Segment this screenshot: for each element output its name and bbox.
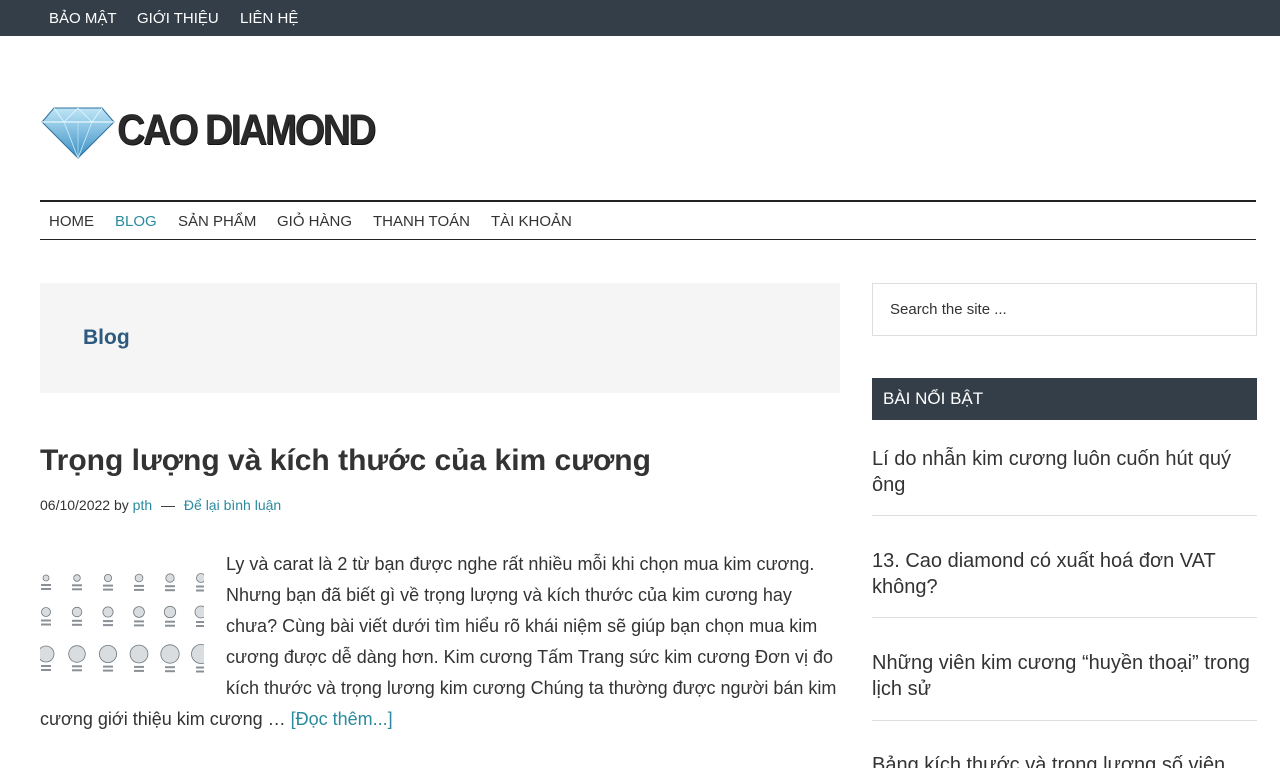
search-input[interactable] [873, 284, 1256, 335]
featured-post-4[interactable]: Bảng kích thước và trọng lượng số viên [872, 752, 1257, 768]
post-excerpt: Ly và carat là 2 từ bạn được nghe rất nh… [40, 549, 840, 735]
post-title[interactable]: Trọng lượng và kích thước của kim cương [40, 444, 651, 478]
site-logo[interactable]: CAO DIAMOND [40, 100, 376, 162]
nav-tai-khoan[interactable]: TÀI KHOẢN [491, 213, 572, 230]
main-nav: HOME BLOG SẢN PHẨM GIỎ HÀNG THANH TOÁN T… [40, 200, 1256, 240]
search-box [872, 283, 1257, 336]
nav-gio-hang[interactable]: GIỎ HÀNG [277, 213, 352, 230]
featured-post-3[interactable]: Những viên kim cương “huyền thoại” trong… [872, 650, 1257, 721]
page-title: Blog [83, 326, 130, 349]
thumbnail-spacer [40, 549, 226, 704]
featured-widget-title: BÀI NỔI BẬT [872, 378, 1257, 420]
diamond-icon [41, 107, 115, 159]
archive-header: Blog [40, 283, 840, 393]
top-nav-bao-mat[interactable]: BẢO MẬT [49, 10, 117, 27]
meta-separator: — [161, 497, 176, 513]
nav-blog[interactable]: BLOG [115, 213, 157, 230]
featured-post-2[interactable]: 13. Cao diamond có xuất hoá đơn VAT khôn… [872, 548, 1257, 618]
post-by: by [113, 497, 129, 513]
read-more-link[interactable]: [Đọc thêm...] [291, 709, 393, 729]
top-nav-lien-he[interactable]: LIÊN HỆ [240, 10, 298, 27]
comments-link[interactable]: Để lại bình luận [184, 497, 281, 513]
nav-home[interactable]: HOME [49, 213, 94, 230]
nav-thanh-toan[interactable]: THANH TOÁN [373, 213, 470, 230]
post-meta: 06/10/2022 by pth — Để lại bình luận [40, 497, 281, 513]
top-nav-gioi-thieu[interactable]: GIỚI THIỆU [137, 10, 219, 27]
featured-post-1[interactable]: Lí do nhẫn kim cương luôn cuốn hút quý ô… [872, 446, 1257, 516]
top-bar: BẢO MẬT GIỚI THIỆU LIÊN HỆ [0, 0, 1280, 36]
post-date: 06/10/2022 [40, 497, 111, 513]
post-author-link[interactable]: pth [133, 497, 152, 513]
nav-san-pham[interactable]: SẢN PHẨM [178, 213, 256, 230]
logo-text: CAO DIAMOND [117, 106, 376, 154]
